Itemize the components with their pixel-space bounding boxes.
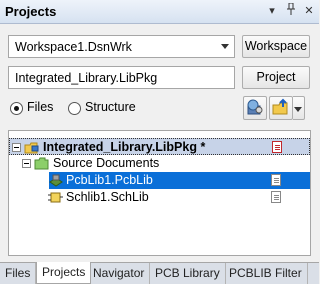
tree-item-pcblib[interactable]: PcbLib1.PcbLib xyxy=(49,172,310,189)
pin-icon[interactable] xyxy=(283,2,299,19)
collapse-icon[interactable] xyxy=(22,159,31,168)
structure-radio-label[interactable]: Structure xyxy=(85,100,136,114)
workspace-dropdown-value: Workspace1.DsnWrk xyxy=(15,40,132,54)
tree-item-folder[interactable]: Source Documents xyxy=(9,155,310,172)
document-icon xyxy=(271,174,281,186)
tab-projects[interactable]: Projects xyxy=(36,262,92,284)
project-document-icon xyxy=(272,141,282,153)
panel-menu-icon[interactable]: ▾ xyxy=(264,3,280,19)
files-radio-label[interactable]: Files xyxy=(27,100,53,114)
project-dropdown-value: Integrated_Library.LibPkg xyxy=(15,71,158,85)
project-button[interactable]: Project xyxy=(242,66,310,89)
project-options-button[interactable] xyxy=(269,96,293,120)
collapse-icon[interactable] xyxy=(12,143,21,152)
tree-pcblib-label: PcbLib1.PcbLib xyxy=(66,173,153,187)
pcblib-icon xyxy=(49,174,63,187)
tab-files[interactable]: Files xyxy=(0,263,37,284)
compile-icon xyxy=(247,99,263,115)
tab-pcblib-filter[interactable]: PCBLIB Filter xyxy=(224,263,308,284)
panel-title-bar: Projects ▾ ✕ xyxy=(0,0,319,24)
tree-item-project[interactable]: Integrated_Library.LibPkg * xyxy=(9,138,310,155)
projects-panel: Workspace1.DsnWrk Workspace Integrated_L… xyxy=(0,24,319,260)
tree-project-label: Integrated_Library.LibPkg * xyxy=(43,140,206,154)
project-dropdown[interactable]: Integrated_Library.LibPkg xyxy=(8,66,235,89)
document-icon xyxy=(271,191,281,203)
chevron-down-icon xyxy=(294,107,302,112)
project-options-icon xyxy=(272,98,288,115)
tree-item-schlib[interactable]: Schlib1.SchLib xyxy=(48,189,310,206)
project-options-dropdown[interactable] xyxy=(293,96,305,120)
chevron-down-icon xyxy=(221,44,229,49)
workspace-button[interactable]: Workspace xyxy=(242,35,310,58)
tab-pcb-library[interactable]: PCB Library xyxy=(150,263,226,284)
compile-button[interactable] xyxy=(243,96,267,120)
files-radio[interactable] xyxy=(10,102,23,115)
workspace-dropdown[interactable]: Workspace1.DsnWrk xyxy=(8,35,235,58)
close-icon[interactable]: ✕ xyxy=(301,3,317,19)
tree-folder-label: Source Documents xyxy=(53,156,160,170)
folder-icon xyxy=(34,157,49,170)
libpkg-project-icon xyxy=(24,142,39,154)
project-tree[interactable]: Integrated_Library.LibPkg * Source Docum… xyxy=(8,130,311,256)
schlib-icon xyxy=(48,192,63,203)
panel-title: Projects xyxy=(5,4,57,19)
tab-navigator[interactable]: Navigator xyxy=(88,263,151,284)
tree-schlib-label: Schlib1.SchLib xyxy=(66,190,149,204)
structure-radio[interactable] xyxy=(68,102,81,115)
panel-tab-bar: Files Projects Navigator PCB Library PCB… xyxy=(0,262,319,284)
